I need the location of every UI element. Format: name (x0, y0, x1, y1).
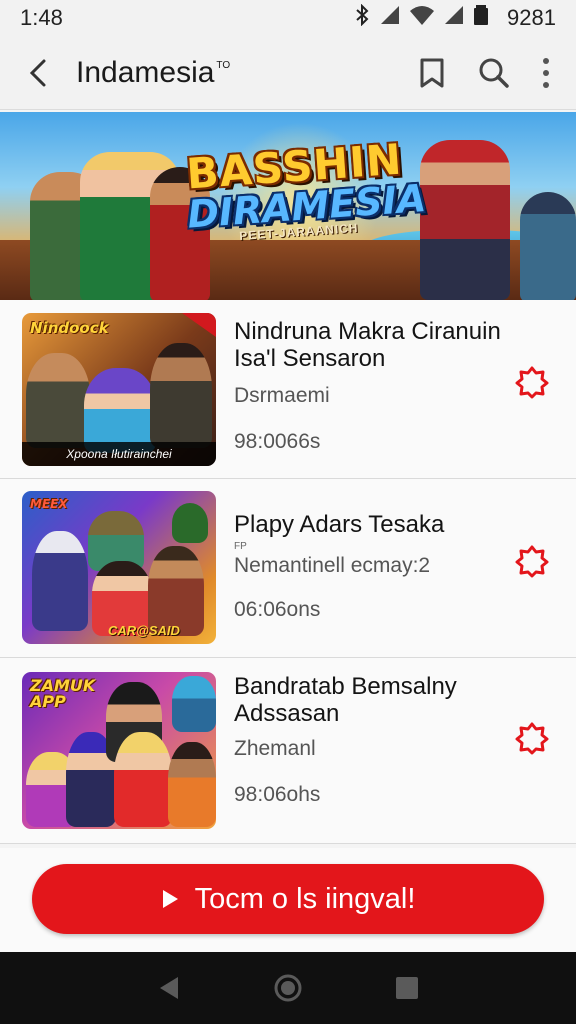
app-bar: Indamesia TO (0, 36, 576, 110)
app-bar-actions (412, 53, 576, 93)
item-title: Nindruna Makra Ciranuin Isa'l Sensaron (234, 318, 501, 372)
nav-back-button[interactable] (149, 968, 189, 1008)
arrow-back-icon (29, 59, 46, 86)
nav-recents-button[interactable] (387, 968, 427, 1008)
badge-icon (515, 722, 549, 755)
item-thumbnail: MEEX CAR@SAID (22, 491, 216, 644)
status-bar: 1:48 9281 (0, 0, 576, 36)
item-info: Bandratab Bemsalny Adssasan Zhemanl 98:0… (234, 673, 504, 807)
item-info: Nindruna Makra Ciranuin Isa'l Sensaron D… (234, 318, 504, 454)
search-icon (479, 58, 509, 88)
thumb-tag: MEEX (30, 497, 68, 511)
item-subtitle: Dsrmaemi (234, 384, 330, 407)
play-icon (162, 890, 178, 908)
play-button[interactable]: Tocm o ls iingval! (32, 864, 544, 934)
item-subtitle: Nemantinell ecmay:2 (234, 554, 431, 577)
thumb-character (32, 531, 88, 631)
banner-character (520, 192, 576, 300)
badge-icon (515, 366, 549, 399)
battery-icon (473, 4, 489, 32)
item-title: Bandratab Bemsalny Adssasan (234, 673, 457, 727)
thumb-caption: Xpoona Iłutirainchei (22, 442, 216, 466)
thumb-character (26, 353, 90, 448)
thumb-character (172, 676, 216, 732)
item-count: 06:06ons (234, 598, 321, 621)
page-title-text: Indamesia (76, 55, 215, 89)
thumb-character (114, 732, 172, 827)
item-title: Plapy Adars Tesaka (234, 511, 445, 538)
featured-banner[interactable]: BASSHIN DIRAMESIA PEET-JARAANICH (0, 112, 576, 300)
item-count: 98:06ohs (234, 783, 321, 806)
play-button-label: Tocm o ls iingval! (194, 882, 416, 915)
more-options-button[interactable] (536, 53, 556, 93)
item-count: 98:0066s (234, 430, 321, 453)
more-vert-icon (543, 57, 549, 88)
list-item[interactable]: Nindoock Xpoona Iłutirainchei Nindruna M… (0, 300, 576, 479)
thumb-character (84, 368, 156, 453)
home-nav-icon (274, 974, 302, 1002)
list-item[interactable]: MEEX CAR@SAID Plapy Adars Tesaka FP Nema… (0, 479, 576, 658)
nav-home-button[interactable] (268, 968, 308, 1008)
item-info: Plapy Adars Tesaka FP Nemantinell ecmay:… (234, 511, 504, 622)
item-thumbnail: ZAMUK APP (22, 672, 216, 829)
system-nav-bar (0, 952, 576, 1024)
thumb-tag: Nindoock (30, 319, 109, 337)
battery-level: 9281 (507, 5, 556, 30)
game-list: Nindoock Xpoona Iłutirainchei Nindruna M… (0, 300, 576, 844)
item-action-button[interactable] (514, 364, 550, 400)
bookmark-button[interactable] (412, 53, 452, 93)
thumb-palm (172, 503, 208, 543)
thumb-caption: CAR@SAID (108, 623, 180, 638)
list-item[interactable]: ZAMUK APP Bandratab Bemsalny Adssasan Zh… (0, 658, 576, 844)
item-thumbnail: Nindoock Xpoona Iłutirainchei (22, 313, 216, 466)
item-subtitle-prefix: FP (234, 541, 247, 552)
bookmark-icon (420, 58, 444, 87)
cta-container: Tocm o ls iingval! (0, 848, 576, 952)
banner-character (420, 140, 510, 300)
item-subtitle: Zhemanl (234, 737, 316, 760)
signal-icon (379, 4, 401, 32)
search-button[interactable] (474, 53, 514, 93)
back-nav-icon (160, 977, 179, 999)
item-action-button[interactable] (514, 543, 550, 579)
back-button[interactable] (0, 36, 76, 110)
bluetooth-icon (353, 3, 371, 32)
banner-title: BASSHIN DIRAMESIA PEET-JARAANICH (183, 134, 428, 246)
thumb-badge (182, 313, 216, 337)
recents-nav-icon (395, 977, 418, 999)
thumb-tag: ZAMUK APP (30, 676, 96, 711)
signal-icon (443, 4, 465, 32)
thumb-character (150, 343, 212, 448)
thumb-character (168, 742, 216, 827)
title-mark: TO (216, 59, 231, 71)
status-icons: 9281 (353, 3, 556, 32)
status-time: 1:48 (20, 5, 63, 30)
item-action-button[interactable] (514, 720, 550, 756)
badge-icon (515, 545, 549, 578)
page-title: Indamesia TO (76, 56, 412, 90)
wifi-icon (409, 4, 435, 32)
